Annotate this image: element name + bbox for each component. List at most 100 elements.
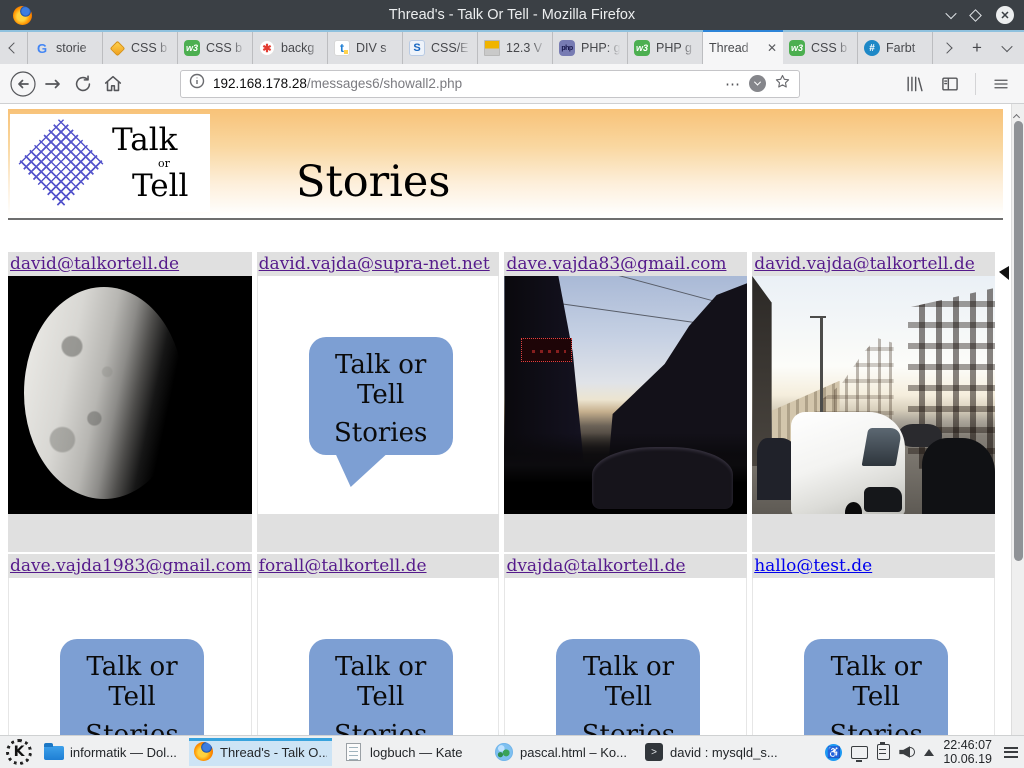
story-email-link[interactable]: david.vajda@talkortell.de xyxy=(754,254,975,274)
talk-or-tell-bubble: Talk or Tell Stories xyxy=(309,639,453,735)
panel-menu-icon[interactable] xyxy=(1001,747,1018,758)
scrollbar-thumb[interactable] xyxy=(1014,121,1023,561)
task-konsole[interactable]: > david : mysqld_s... xyxy=(639,739,782,766)
story-email-link[interactable]: dvajda@talkortell.de xyxy=(506,556,685,576)
story-image-street-day[interactable] xyxy=(752,276,995,514)
pocket-icon[interactable] xyxy=(749,75,766,92)
new-tab-button[interactable]: + xyxy=(964,32,990,64)
talk-or-tell-logo: Talk or Tell xyxy=(10,114,210,212)
tray-expand-icon[interactable] xyxy=(924,749,934,756)
task-firefox-active[interactable]: Thread's - Talk O... xyxy=(189,739,332,766)
tab-div[interactable]: t DIV s xyxy=(328,32,403,64)
story-email-link[interactable]: david@talkortell.de xyxy=(10,254,179,274)
clock[interactable]: 22:46:07 10.06.19 xyxy=(943,738,992,767)
scroll-tabs-left-button[interactable] xyxy=(0,32,28,64)
tab-css-2[interactable]: w3 CSS b xyxy=(178,32,253,64)
sidebar-icon[interactable] xyxy=(935,69,965,99)
page-actions-icon[interactable]: ⋯ xyxy=(725,75,741,93)
tab-threads-active[interactable]: Thread ✕ xyxy=(703,32,783,64)
menu-hamburger-icon[interactable] xyxy=(986,69,1016,99)
library-icon[interactable] xyxy=(899,69,929,99)
vertical-scrollbar[interactable] xyxy=(1011,104,1024,735)
toolbar-separator xyxy=(975,73,976,95)
tab-12-3[interactable]: 12.3 V xyxy=(478,32,553,64)
story-image-bubble[interactable]: Talk or Tell Stories xyxy=(257,578,500,735)
moon-photo xyxy=(24,287,184,499)
talk-or-tell-bubble: Talk or Tell Stories xyxy=(309,337,453,455)
story-image-bubble[interactable]: Talk or Tell Stories xyxy=(504,578,747,735)
story-email-link[interactable]: forall@talkortell.de xyxy=(259,556,427,576)
story-email-link[interactable]: dave.vajda1983@gmail.com xyxy=(10,556,252,576)
bookmark-star-icon[interactable] xyxy=(774,73,791,95)
dolphin-folder-icon xyxy=(44,746,64,760)
volume-icon[interactable] xyxy=(899,745,915,759)
url-bar[interactable]: 192.168.178.28/messages6/showall2.php ⋯ xyxy=(180,70,800,98)
close-button[interactable]: ✕ xyxy=(996,6,1014,24)
reload-button[interactable] xyxy=(68,69,98,99)
google-icon: G xyxy=(34,40,50,56)
tab-css-e[interactable]: S CSS/E xyxy=(403,32,478,64)
site-info-icon[interactable] xyxy=(189,73,205,94)
story-email-link[interactable]: david.vajda@supra-net.net xyxy=(259,254,490,274)
card-footer xyxy=(752,514,995,552)
bookmark-diamond-icon xyxy=(109,40,125,56)
konsole-icon: > xyxy=(645,743,663,761)
clipboard-icon[interactable] xyxy=(877,744,890,760)
car xyxy=(922,438,995,514)
task-kate[interactable]: logbuch — Kate xyxy=(339,739,482,766)
story-image-bubble[interactable]: Talk or Tell Stories xyxy=(257,276,500,514)
story-card: david.vajda@supra-net.net Talk or Tell S… xyxy=(257,252,500,552)
van-wheel xyxy=(845,502,862,514)
story-card: dave.vajda1983@gmail.com Talk or Tell St… xyxy=(8,554,252,735)
hash-circle-icon: # xyxy=(864,40,880,56)
tab-farbtabelle[interactable]: # Farbt xyxy=(858,32,933,64)
card-footer xyxy=(504,514,747,552)
clock-date: 10.06.19 xyxy=(943,752,992,766)
list-tabs-button[interactable] xyxy=(994,32,1020,64)
tab-stories[interactable]: G storie xyxy=(28,32,103,64)
tab-php-1[interactable]: php PHP: g xyxy=(553,32,628,64)
task-konqueror[interactable]: pascal.html – Ko... xyxy=(489,739,632,766)
minimize-button[interactable] xyxy=(945,8,956,19)
scroll-tabs-right-button[interactable] xyxy=(934,32,960,64)
display-icon[interactable] xyxy=(851,746,868,759)
story-email-link[interactable]: dave.vajda83@gmail.com xyxy=(506,254,726,274)
browser-viewport: Talk or Tell Stories david@talkortell.de… xyxy=(0,104,1024,735)
story-image-moon[interactable] xyxy=(8,276,252,514)
white-van xyxy=(791,412,905,514)
story-image-street-dusk[interactable] xyxy=(504,276,747,514)
talk-or-tell-bubble: Talk or Tell Stories xyxy=(804,639,948,735)
card-footer xyxy=(257,514,500,552)
maximize-button[interactable] xyxy=(969,9,982,22)
header-divider xyxy=(8,218,1003,220)
konqueror-globe-icon xyxy=(495,743,513,761)
parked-car xyxy=(592,447,733,509)
tab-css-3[interactable]: w3 CSS b xyxy=(783,32,858,64)
tab-bar: G storie CSS b w3 CSS b ✱ backg t DIV s … xyxy=(0,30,1024,64)
story-image-bubble[interactable]: Talk or Tell Stories xyxy=(8,578,252,735)
w3schools-icon: w3 xyxy=(634,40,650,56)
story-email-link[interactable]: hallo@test.de xyxy=(754,556,872,576)
story-card: dvajda@talkortell.de Talk or Tell Storie… xyxy=(504,554,747,735)
tab-background[interactable]: ✱ backg xyxy=(253,32,328,64)
tab-php-2[interactable]: w3 PHP g xyxy=(628,32,703,64)
kate-icon xyxy=(346,743,361,761)
forward-button[interactable] xyxy=(38,69,68,99)
php-icon: php xyxy=(559,40,575,56)
clock-time: 22:46:07 xyxy=(943,738,992,752)
w3schools-icon: w3 xyxy=(789,40,805,56)
tab-css-1[interactable]: CSS b xyxy=(103,32,178,64)
page-title: Stories xyxy=(296,157,450,207)
accessibility-icon[interactable]: ♿ xyxy=(825,744,842,761)
home-button[interactable] xyxy=(98,69,128,99)
firefox-icon xyxy=(194,742,213,761)
kde-launcher-icon[interactable]: K xyxy=(6,739,32,765)
task-dolphin[interactable]: informatik — Dol... xyxy=(39,739,182,766)
stories-grid: david@talkortell.de david.vajda@supra-ne… xyxy=(8,252,995,735)
window-title: Thread's - Talk Or Tell - Mozilla Firefo… xyxy=(0,7,1024,23)
back-button[interactable] xyxy=(8,69,38,99)
color-swatch-icon xyxy=(484,40,500,56)
story-image-bubble[interactable]: Talk or Tell Stories xyxy=(752,578,995,735)
mouse-cursor xyxy=(999,266,1009,280)
tab-close-icon[interactable]: ✕ xyxy=(765,41,777,55)
